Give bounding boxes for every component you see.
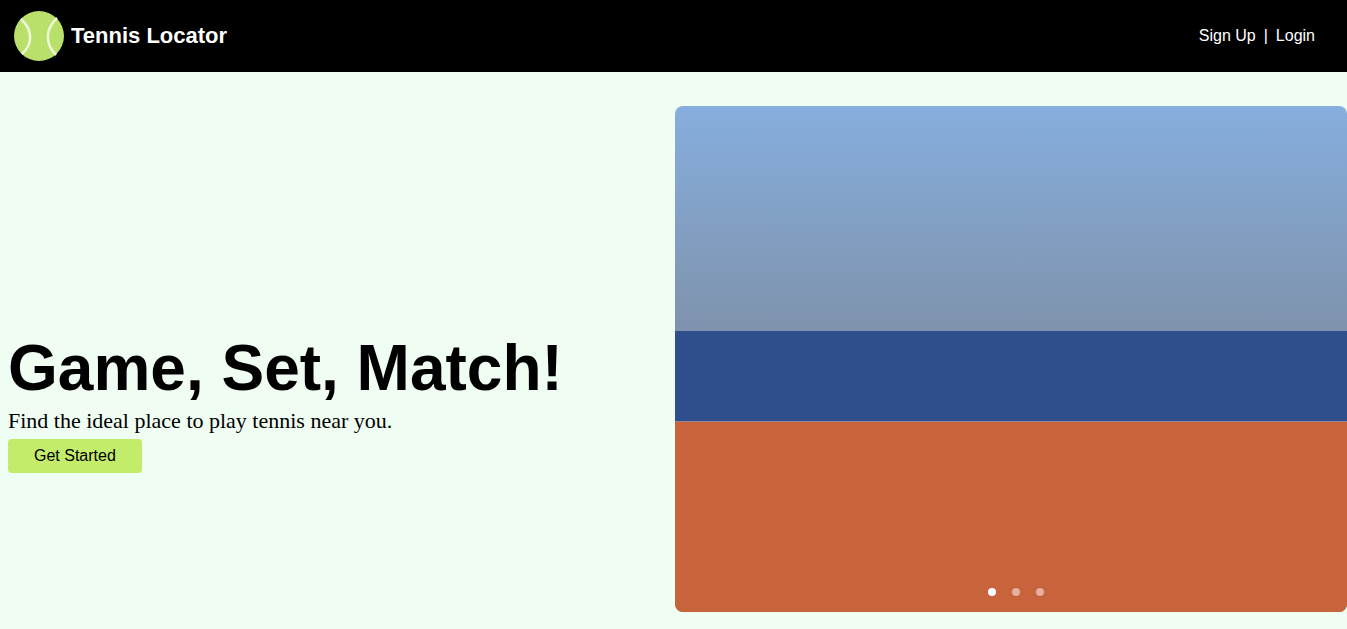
hero-text: Game, Set, Match! Find the ideal place t… bbox=[0, 106, 675, 612]
court bbox=[675, 422, 1347, 612]
court-carousel[interactable] bbox=[675, 106, 1347, 612]
nav-link[interactable]: Sign Up bbox=[1199, 24, 1256, 48]
nav-link[interactable]: Login bbox=[1276, 24, 1315, 48]
auth-nav: Sign Up | Login bbox=[1199, 24, 1315, 48]
carousel-dot[interactable] bbox=[988, 588, 996, 596]
carousel-dot[interactable] bbox=[1012, 588, 1020, 596]
logo[interactable]: Tennis Locator bbox=[13, 10, 227, 62]
hero-subtitle: Find the ideal place to play tennis near… bbox=[8, 407, 675, 436]
nav-separator: | bbox=[1264, 24, 1268, 48]
carousel-dots bbox=[675, 588, 1347, 596]
tennis-ball-icon bbox=[13, 10, 65, 62]
hero: Game, Set, Match! Find the ideal place t… bbox=[0, 72, 1347, 612]
hero-title: Game, Set, Match! bbox=[8, 333, 675, 403]
get-started-button[interactable]: Get Started bbox=[8, 439, 142, 473]
carousel-dot[interactable] bbox=[1036, 588, 1044, 596]
stands bbox=[675, 331, 1347, 421]
top-bar: Tennis Locator Sign Up | Login bbox=[0, 0, 1347, 72]
logo-text[interactable]: Tennis Locator bbox=[71, 23, 227, 49]
